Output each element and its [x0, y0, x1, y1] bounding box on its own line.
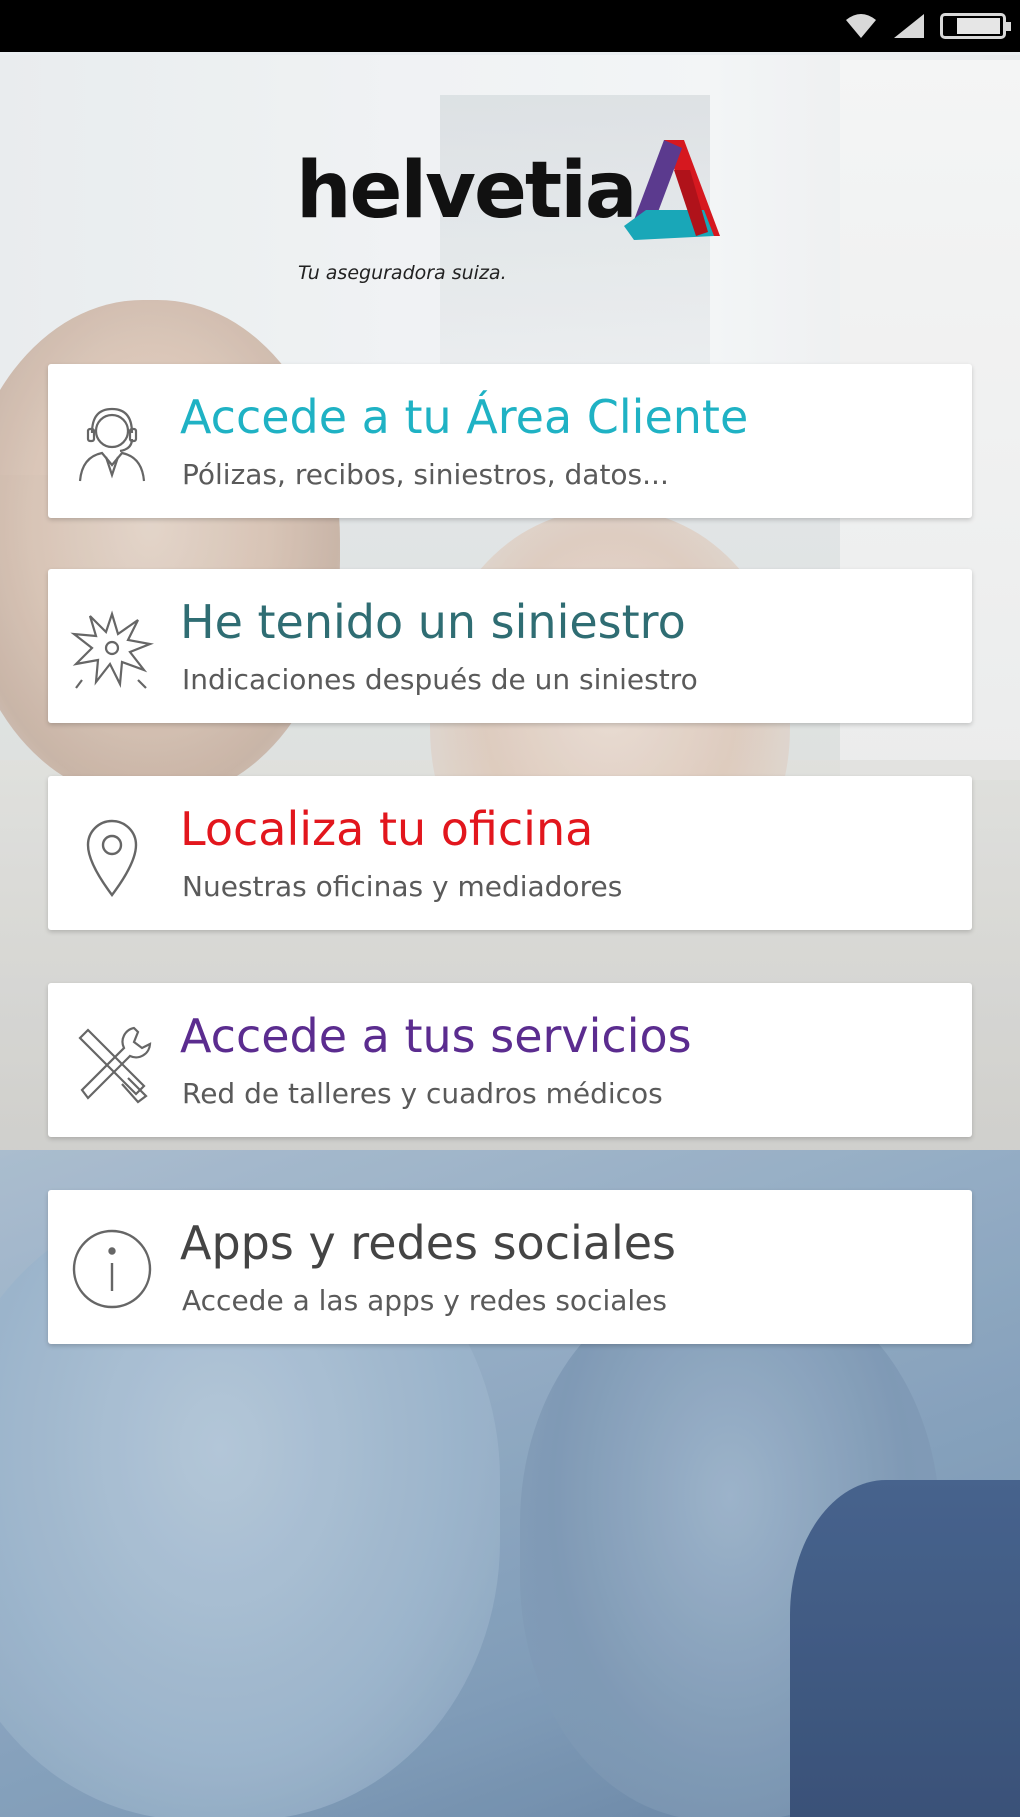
menu-item-title: Localiza tu oficina — [180, 802, 594, 856]
menu-item-subtitle: Red de talleres y cuadros médicos — [182, 1077, 663, 1110]
tools-icon — [78, 1026, 152, 1104]
brand-name: helvetia — [296, 146, 638, 236]
helvetia-mark-icon — [624, 140, 720, 240]
signal-icon — [894, 14, 924, 38]
status-bar — [0, 0, 1020, 52]
menu-item-subtitle: Pólizas, recibos, siniestros, datos... — [182, 458, 669, 491]
menu-item-title: Accede a tus servicios — [180, 1009, 692, 1063]
wifi-icon — [846, 14, 876, 38]
battery-icon — [940, 13, 1011, 39]
location-pin-icon — [86, 819, 138, 898]
menu-item-localiza-oficina[interactable]: Localiza tu oficina Nuestras oficinas y … — [48, 776, 972, 930]
menu-item-subtitle: Accede a las apps y redes sociales — [182, 1284, 667, 1317]
menu-item-area-cliente[interactable]: Accede a tu Área Cliente Pólizas, recibo… — [48, 364, 972, 518]
info-icon — [72, 1229, 152, 1309]
menu-item-servicios[interactable]: Accede a tus servicios Red de talleres y… — [48, 983, 972, 1137]
menu-item-apps-redes[interactable]: Apps y redes sociales Accede a las apps … — [48, 1190, 972, 1344]
menu-item-subtitle: Indicaciones después de un siniestro — [182, 663, 698, 696]
menu-item-title: He tenido un siniestro — [180, 595, 686, 649]
brand-tagline: Tu aseguradora suiza. — [298, 262, 507, 284]
menu-item-siniestro[interactable]: He tenido un siniestro Indicaciones desp… — [48, 569, 972, 723]
customer-support-icon — [78, 407, 146, 482]
crash-burst-icon — [70, 610, 154, 689]
menu-item-title: Accede a tu Área Cliente — [180, 390, 749, 444]
helvetia-logo: helvetia Tu aseguradora suiza. — [296, 140, 726, 290]
menu-item-subtitle: Nuestras oficinas y mediadores — [182, 870, 623, 903]
menu-item-title: Apps y redes sociales — [180, 1216, 677, 1270]
